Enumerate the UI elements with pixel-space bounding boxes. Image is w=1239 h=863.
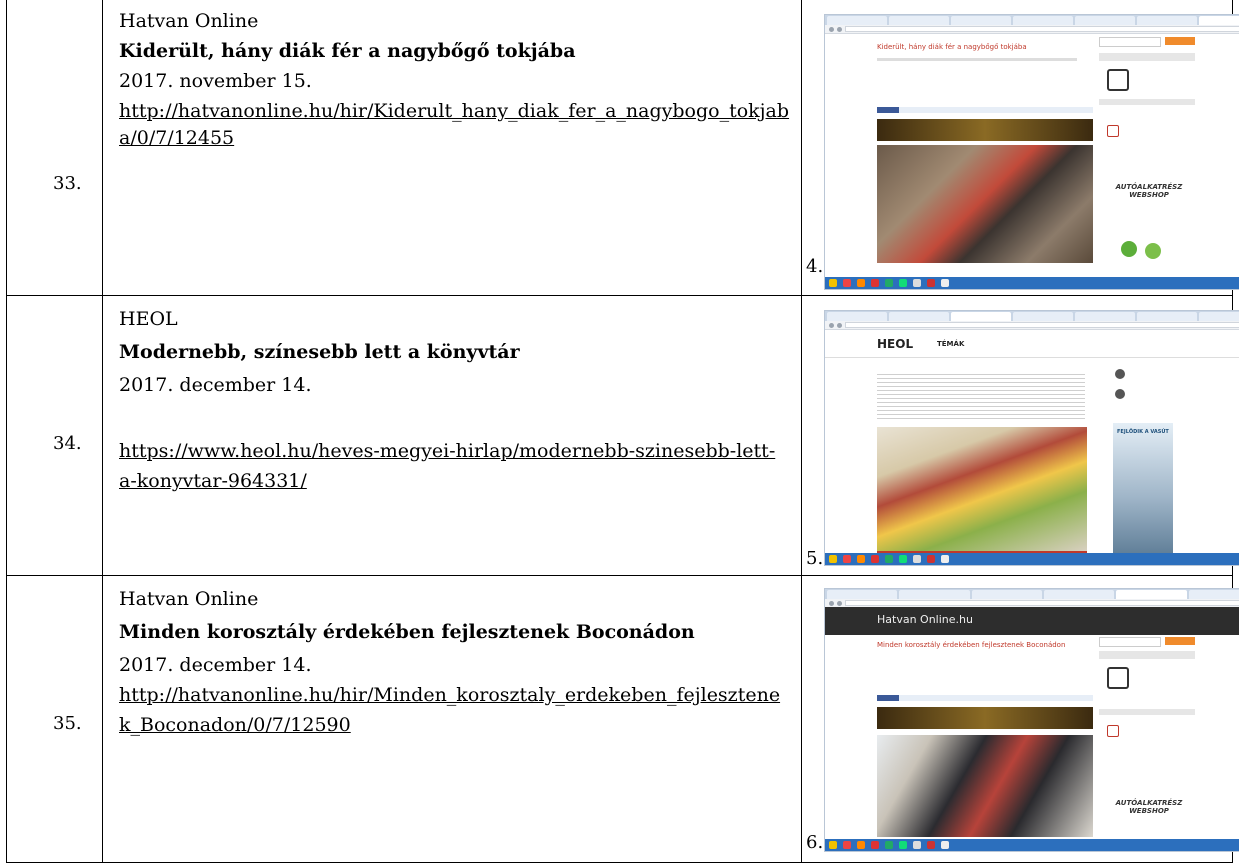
row-number-cell: 35. (6, 575, 103, 863)
article-date: 2017. november 15. (119, 70, 312, 92)
thumb-headline: Kiderült, hány diák fér a nagybőgő tokjá… (877, 43, 1027, 51)
rail-ad-title: FEJLŐDIK A VASÚT (1117, 429, 1169, 435)
row-number-cell: 34. (6, 295, 103, 576)
article-link[interactable]: https://www.heol.hu/heves-megyei-hirlap/… (119, 436, 791, 496)
table-row: 33. Hatvan Online Kiderült, hány diák fé… (6, 0, 1239, 296)
source-name: HEOL (119, 308, 178, 330)
article-photo (877, 145, 1093, 263)
figure-number: 5. (806, 548, 824, 569)
browser-screenshot: Kiderült, hány diák fér a nagybőgő tokjá… (824, 14, 1239, 290)
rail-ad (1113, 423, 1173, 559)
article-link[interactable]: http://hatvanonline.hu/hir/Minden_korosz… (119, 680, 791, 740)
source-name: Hatvan Online (119, 588, 259, 610)
thumb-headline: Minden korosztály érdekében fejlesztenek… (877, 641, 1066, 649)
row-number: 34. (53, 433, 82, 454)
page-content: Kiderült, hány diák fér a nagybőgő tokjá… (825, 33, 1239, 277)
browser-tabs (825, 589, 1239, 599)
figure-number: 4. (806, 256, 824, 277)
row-number-cell: 33. (6, 0, 103, 296)
table-row: 34. HEOL Modernebb, színesebb lett a kön… (6, 295, 1239, 576)
row-number: 33. (53, 173, 82, 194)
heol-logo: HEOL (877, 337, 914, 351)
windows-taskbar (825, 277, 1239, 289)
banner-image (877, 707, 1093, 729)
banner-image (877, 119, 1093, 141)
article-title: Kiderült, hány diák fér a nagybőgő tokjá… (119, 40, 576, 62)
source-name: Hatvan Online (119, 10, 259, 32)
heol-nav: TÉMÁK (937, 340, 965, 348)
screenshot-cell: Kiderült, hány diák fér a nagybőgő tokjá… (801, 0, 1239, 296)
page-content: Hatvan Online.hu Minden korosztály érdek… (825, 607, 1239, 839)
row-number: 35. (53, 713, 82, 734)
article-info-cell: HEOL Modernebb, színesebb lett a könyvtá… (102, 295, 802, 576)
windows-taskbar (825, 553, 1239, 565)
windows-taskbar (825, 839, 1239, 851)
webshop-ad: AUTÓALKATRÉSZ WEBSHOP (1115, 183, 1183, 199)
screenshot-cell: Hatvan Online.hu Minden korosztály érdek… (801, 575, 1239, 863)
browser-screenshot: HEOL TÉMÁK FEJLŐDIK A VASÚT (824, 310, 1239, 566)
article-date: 2017. december 14. (119, 374, 312, 396)
webshop-ad: AUTÓALKATRÉSZ WEBSHOP (1115, 799, 1183, 815)
article-date: 2017. december 14. (119, 654, 312, 676)
article-title: Modernebb, színesebb lett a könyvtár (119, 341, 520, 363)
article-info-cell: Hatvan Online Minden korosztály érdekébe… (102, 575, 802, 863)
screenshot-cell: HEOL TÉMÁK FEJLŐDIK A VASÚT 5. (801, 295, 1239, 576)
table-row: 35. Hatvan Online Minden korosztály érde… (6, 575, 1239, 863)
article-photo (877, 427, 1087, 551)
article-info-cell: Hatvan Online Kiderült, hány diák fér a … (102, 0, 802, 296)
site-logo: Hatvan Online.hu (877, 613, 973, 626)
browser-screenshot: Hatvan Online.hu Minden korosztály érdek… (824, 588, 1239, 852)
page-content: HEOL TÉMÁK FEJLŐDIK A VASÚT (825, 329, 1239, 559)
browser-tabs (825, 15, 1239, 25)
browser-tabs (825, 311, 1239, 321)
article-photo (877, 735, 1093, 837)
article-text-lines (877, 371, 1085, 421)
article-title: Minden korosztály érdekében fejlesztenek… (119, 621, 695, 643)
article-table: 33. Hatvan Online Kiderült, hány diák fé… (6, 0, 1239, 863)
figure-number: 6. (806, 832, 824, 853)
article-link[interactable]: http://hatvanonline.hu/hir/Kiderult_hany… (119, 98, 791, 152)
